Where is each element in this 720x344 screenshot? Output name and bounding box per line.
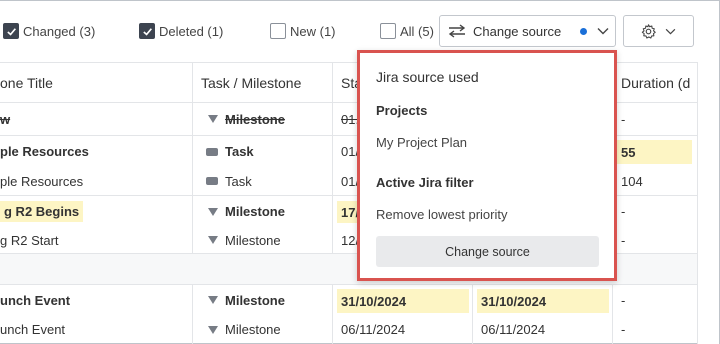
column-header-type[interactable]: Task / Milestone [201,63,331,102]
milestone-icon [208,115,218,123]
row-title: g R2 Begins [0,201,84,222]
row-type: Milestone [208,196,332,227]
change-source-dropdown-button[interactable]: Change source [439,15,616,47]
row-type-label: Task [225,173,252,189]
popover-title: Jira source used [376,69,479,85]
row-duration: 104 [621,173,643,189]
task-icon [206,177,218,185]
row-title-cell: g R2 Begins [0,196,190,227]
projects-heading: Projects [376,103,428,118]
milestone-icon [208,325,218,334]
filter-new-label: New (1) [290,23,336,39]
row-type: Milestone [208,227,332,253]
checkbox-unchecked-icon[interactable] [380,23,396,39]
jira-filter-heading: Active Jira filter [376,175,474,190]
settings-dropdown-button[interactable] [623,15,694,47]
row-type-label: Milestone [225,204,285,219]
row-type: Milestone [208,285,332,315]
change-source-button[interactable]: Change source [376,236,599,267]
filter-deleted[interactable]: Deleted (1) [139,21,223,41]
row-end: 06/11/2024 [481,322,546,337]
row-start: 31/10/2024 [337,289,469,313]
filter-deleted-label: Deleted (1) [159,23,224,39]
table-row[interactable]: unch Event Milestone 31/10/2024 31/10/20… [0,285,697,315]
filter-changed-label: Changed (3) [23,23,96,39]
milestone-icon [208,207,218,216]
project-name: My Project Plan [376,135,468,150]
table-row[interactable]: unch Event Milestone 06/11/2024 06/11/20… [0,315,697,344]
row-duration: - [621,204,626,219]
filter-new[interactable]: New (1) [270,21,336,41]
row-duration: - [621,232,626,248]
milestone-icon [208,236,218,244]
row-title: unch Event [0,292,71,308]
vertical-scrollbar[interactable] [697,62,719,344]
column-header-duration[interactable]: Duration (d [621,63,697,102]
checkbox-checked-icon[interactable] [139,23,155,39]
row-type-label: Milestone [225,232,281,248]
change-source-label: Change source [473,23,562,39]
chevron-down-icon [597,28,609,35]
row-type-label: Task [225,144,254,159]
row-type-label: Milestone [225,111,285,127]
row-start: 06/11/2024 [341,322,406,337]
row-type-label: Milestone [225,322,281,337]
swap-arrows-icon [448,24,466,38]
row-title: g R2 Start [0,232,59,248]
filter-all-label: All (5) [400,23,434,39]
checkbox-checked-icon[interactable] [3,23,19,39]
row-title: ple Resources [0,144,89,159]
jira-source-popover: Jira source used Projects My Project Pla… [357,50,617,281]
status-dot-icon [580,28,587,35]
row-duration: - [621,322,626,337]
row-type: Task [206,136,330,167]
row-duration: - [621,111,626,127]
row-title: unch Event [0,322,66,337]
task-icon [206,147,218,156]
row-title: ple Resources [0,173,84,189]
chevron-down-icon [665,28,676,35]
row-type: Milestone [208,103,332,135]
row-duration: - [621,292,626,308]
gear-icon [641,24,656,39]
row-title: w [0,111,11,127]
filter-all[interactable]: All (5) [380,21,434,41]
row-type: Milestone [208,315,332,344]
row-type: Task [206,167,330,195]
checkbox-unchecked-icon[interactable] [270,23,286,39]
row-end: 31/10/2024 [477,289,609,313]
row-start: 17/ [337,201,357,223]
jira-filter-value: Remove lowest priority [376,207,508,222]
filter-changed[interactable]: Changed (3) [3,21,95,41]
milestone-icon [208,296,218,304]
column-header-title[interactable]: one Title [0,63,190,102]
row-type-label: Milestone [225,292,285,308]
row-duration: 55 [616,140,692,164]
